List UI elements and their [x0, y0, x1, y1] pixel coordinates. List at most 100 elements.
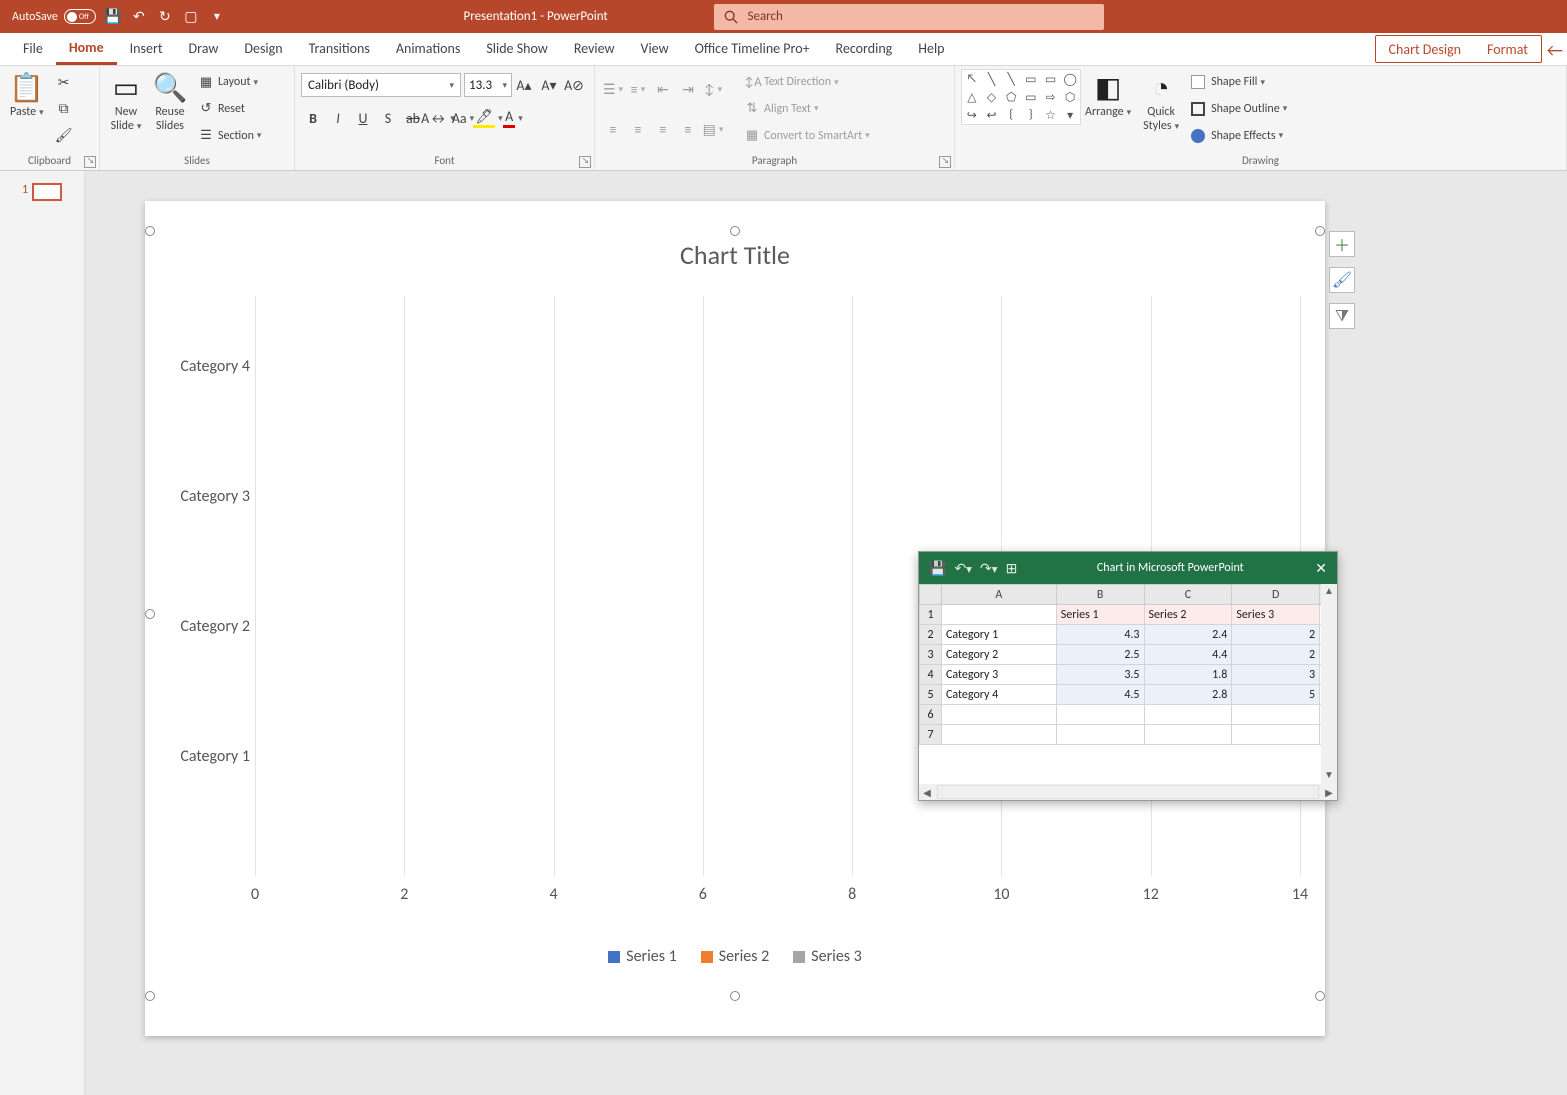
undo-icon[interactable]: ↶ — [130, 8, 148, 26]
spreadsheet-close-button[interactable]: ✕ — [1315, 560, 1327, 577]
text-direction-button[interactable]: ↕AText Direction▾ — [740, 73, 874, 92]
cell[interactable]: 5 — [1232, 685, 1320, 705]
cell[interactable]: 4.4 — [1144, 645, 1232, 665]
bold-button[interactable]: B — [301, 106, 325, 130]
cell[interactable]: Series 1 — [1056, 605, 1144, 625]
cell[interactable]: 4.5 — [1056, 685, 1144, 705]
align-right-button[interactable]: ≡ — [651, 117, 675, 141]
chart-legend[interactable]: Series 1 Series 2 Series 3 — [150, 947, 1320, 966]
excel-save-icon[interactable]: 💾 — [929, 560, 946, 577]
col-header[interactable]: A — [942, 585, 1057, 605]
tab-design[interactable]: Design — [231, 32, 295, 65]
cell[interactable] — [1056, 725, 1144, 745]
cell[interactable] — [942, 725, 1057, 745]
cell[interactable] — [942, 605, 1057, 625]
slide-canvas[interactable]: Chart Title 02468101214Category 4Categor… — [85, 171, 1567, 1095]
tab-format[interactable]: Format — [1474, 33, 1541, 66]
legend-item[interactable]: Series 2 — [701, 947, 770, 966]
legend-item[interactable]: Series 3 — [793, 947, 862, 966]
italic-button[interactable]: I — [326, 106, 350, 130]
cell[interactable] — [942, 705, 1057, 725]
cell[interactable] — [1144, 725, 1232, 745]
spreadsheet-vscroll[interactable]: ▲▼ — [1321, 584, 1337, 784]
legend-item[interactable]: Series 1 — [608, 947, 677, 966]
shape-outline-button[interactable]: Shape Outline▾ — [1187, 99, 1291, 118]
tab-home[interactable]: Home — [56, 32, 117, 65]
cell[interactable]: 4.3 — [1056, 625, 1144, 645]
align-left-button[interactable]: ≡ — [601, 117, 625, 141]
slide-thumbnail-pane[interactable]: 1 — [0, 171, 85, 1095]
slide-1[interactable]: Chart Title 02468101214Category 4Categor… — [145, 201, 1325, 1036]
col-header[interactable]: D — [1232, 585, 1320, 605]
reset-button[interactable]: ↺Reset — [194, 99, 265, 118]
tab-help[interactable]: Help — [905, 32, 957, 65]
cell[interactable] — [1144, 705, 1232, 725]
spreadsheet-grid[interactable]: ABCDE1Series 1Series 2Series 32Category … — [919, 584, 1337, 745]
chart-data-spreadsheet[interactable]: 💾 ↶▾ ↷▾ ⊞ Chart in Microsoft PowerPoint … — [918, 551, 1338, 801]
convert-smartart-button[interactable]: ▦Convert to SmartArt▾ — [740, 126, 874, 145]
cell[interactable]: Category 2 — [942, 645, 1057, 665]
format-painter-icon[interactable]: 🖌 — [52, 124, 76, 148]
cell[interactable]: Series 3 — [1232, 605, 1320, 625]
cell[interactable]: 2 — [1232, 625, 1320, 645]
tab-review[interactable]: Review — [561, 32, 628, 65]
row-header[interactable]: 3 — [920, 645, 942, 665]
bullets-button[interactable]: ☰▾ — [601, 77, 625, 101]
increase-font-icon[interactable]: A▴ — [512, 73, 536, 97]
align-text-button[interactable]: ⇅Align Text▾ — [740, 99, 874, 118]
cell[interactable]: Category 4 — [942, 685, 1057, 705]
decrease-font-icon[interactable]: A▾ — [537, 73, 561, 97]
chart-filters-button[interactable]: ⧩ — [1329, 303, 1355, 329]
paragraph-dialog-launcher[interactable]: ↘ — [939, 156, 951, 168]
slideshow-icon[interactable]: ▢ — [182, 8, 200, 26]
cell[interactable]: 2 — [1232, 645, 1320, 665]
cell[interactable] — [1056, 705, 1144, 725]
row-header[interactable]: 2 — [920, 625, 942, 645]
justify-button[interactable]: ≡ — [676, 117, 700, 141]
clear-format-icon[interactable]: A⊘ — [562, 73, 586, 97]
shadow-button[interactable]: S — [376, 106, 400, 130]
cell[interactable]: 2.5 — [1056, 645, 1144, 665]
row-header[interactable]: 5 — [920, 685, 942, 705]
cell[interactable] — [1232, 705, 1320, 725]
tab-view[interactable]: View — [628, 32, 682, 65]
numbering-button[interactable]: ≡▾ — [626, 77, 650, 101]
quick-styles-button[interactable]: ◔ Quick Styles▾ — [1139, 69, 1183, 149]
paste-button[interactable]: 📋 Paste▾ — [6, 69, 48, 149]
cell[interactable]: Series 2 — [1144, 605, 1232, 625]
spreadsheet-titlebar[interactable]: 💾 ↶▾ ↷▾ ⊞ Chart in Microsoft PowerPoint … — [919, 552, 1337, 584]
cell[interactable]: 2.4 — [1144, 625, 1232, 645]
layout-button[interactable]: ▦Layout▾ — [194, 73, 265, 92]
font-color-button[interactable]: A▾ — [501, 106, 525, 130]
tab-insert[interactable]: Insert — [117, 32, 176, 65]
highlight-button[interactable]: 🖊▾ — [476, 106, 500, 130]
shape-fill-button[interactable]: Shape Fill▾ — [1187, 73, 1291, 92]
copy-icon[interactable]: ⧉ — [52, 97, 76, 121]
font-dialog-launcher[interactable]: ↘ — [579, 156, 591, 168]
save-icon[interactable]: 💾 — [104, 8, 122, 26]
cell[interactable]: 1.8 — [1144, 665, 1232, 685]
col-header[interactable]: C — [1144, 585, 1232, 605]
tab-recording[interactable]: Recording — [823, 32, 906, 65]
line-spacing-button[interactable]: ↕▾ — [701, 77, 725, 101]
arrange-button[interactable]: ◧ Arrange▾ — [1081, 69, 1135, 149]
decrease-indent-button[interactable]: ⇤ — [651, 77, 675, 101]
redo-icon[interactable]: ↻ — [156, 8, 174, 26]
excel-edit-data-icon[interactable]: ⊞ — [1006, 560, 1018, 577]
spreadsheet-hscroll[interactable]: ◀▶ — [919, 784, 1337, 800]
underline-button[interactable]: U — [351, 106, 375, 130]
col-header[interactable] — [920, 585, 942, 605]
tab-slideshow[interactable]: Slide Show — [473, 32, 560, 65]
cell[interactable]: Category 3 — [942, 665, 1057, 685]
autosave-toggle[interactable]: AutoSave Off — [12, 9, 96, 24]
section-button[interactable]: ☰Section▾ — [194, 126, 265, 145]
align-center-button[interactable]: ≡ — [626, 117, 650, 141]
cell[interactable] — [1232, 725, 1320, 745]
tab-draw[interactable]: Draw — [176, 32, 232, 65]
clipboard-dialog-launcher[interactable]: ↘ — [84, 156, 96, 168]
tab-file[interactable]: File — [10, 32, 56, 65]
new-slide-button[interactable]: ▭ New Slide▾ — [106, 69, 146, 149]
search-input[interactable]: Search — [714, 4, 1104, 30]
shape-effects-button[interactable]: Shape Effects▾ — [1187, 126, 1291, 145]
cell[interactable]: 2.8 — [1144, 685, 1232, 705]
